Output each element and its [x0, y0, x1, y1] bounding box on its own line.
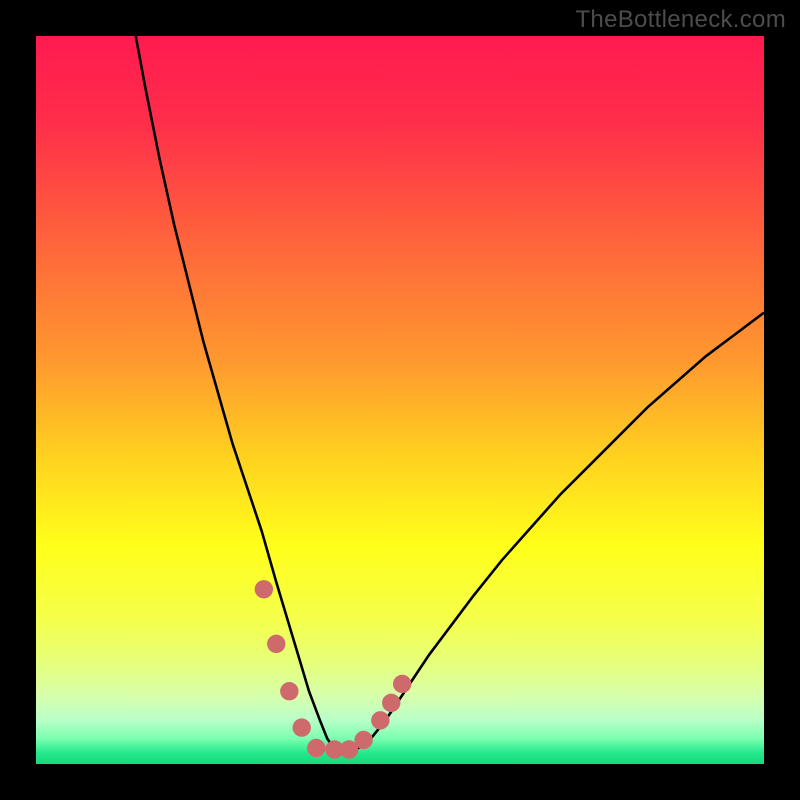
chart-stage: TheBottleneck.com — [0, 0, 800, 800]
marker-dot — [255, 580, 273, 598]
marker-dot — [307, 739, 325, 757]
marker-dot — [393, 675, 411, 693]
marker-dot — [371, 711, 389, 729]
marker-dot — [382, 694, 400, 712]
marker-dot — [280, 682, 298, 700]
curve-layer — [36, 36, 764, 764]
curve-markers — [255, 580, 412, 759]
marker-dot — [354, 731, 372, 749]
marker-dot — [293, 718, 311, 736]
marker-dot — [267, 635, 285, 653]
bottleneck-curve — [136, 36, 764, 749]
watermark-text: TheBottleneck.com — [575, 6, 786, 34]
plot-area — [36, 36, 764, 764]
